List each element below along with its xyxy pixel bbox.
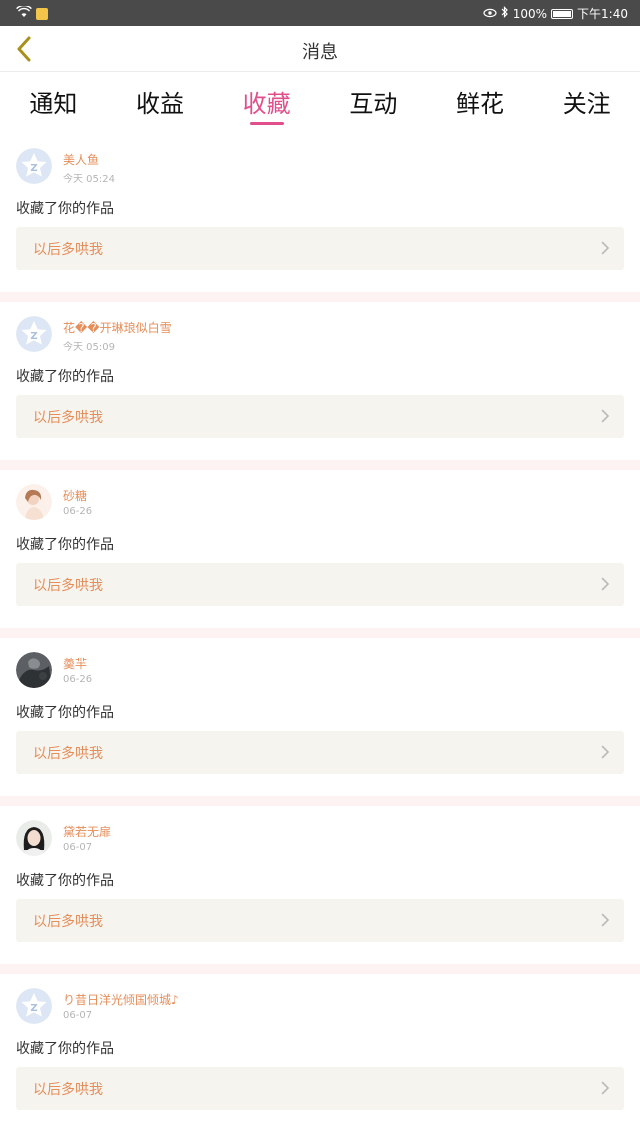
work-title: 以后多哄我 <box>33 242 103 258</box>
eye-icon <box>483 7 497 21</box>
svg-text:Z: Z <box>30 1003 37 1014</box>
app-notification-icon <box>36 7 48 20</box>
message-text: 收藏了你的作品 <box>16 369 114 385</box>
timestamp: 06-07 <box>63 842 93 853</box>
work-title: 以后多哄我 <box>33 410 103 426</box>
message-text: 收藏了你的作品 <box>16 537 114 553</box>
work-title: 以后多哄我 <box>33 578 103 594</box>
timestamp: 06-26 <box>63 674 93 685</box>
message-list: Z 美人鱼 今天 05:24 收藏了你的作品 以后多哄我 Z 花��开琳琅似白雪… <box>0 134 640 1132</box>
avatar[interactable]: Z <box>16 988 52 1024</box>
message-text: 收藏了你的作品 <box>16 873 114 889</box>
message-text: 收藏了你的作品 <box>16 705 114 721</box>
tab-follows[interactable]: 关注 <box>533 72 640 134</box>
list-item: Z り昔日洋光倾国倾城♪ 06-07 收藏了你的作品 以后多哄我 <box>0 974 640 1132</box>
chevron-right-icon <box>601 913 610 927</box>
clock: 下午1:40 <box>577 7 628 21</box>
bluetooth-icon <box>501 6 509 21</box>
list-item: 砂糖 06-26 收藏了你的作品 以后多哄我 <box>0 470 640 628</box>
divider <box>0 460 640 470</box>
work-link[interactable]: 以后多哄我 <box>16 395 624 438</box>
divider <box>0 964 640 974</box>
avatar[interactable]: Z <box>16 148 52 184</box>
list-item: Z 花��开琳琅似白雪 今天 05:09 收藏了你的作品 以后多哄我 <box>0 302 640 460</box>
tab-label: 关注 <box>562 90 611 118</box>
avatar[interactable] <box>16 820 52 856</box>
user-name[interactable]: り昔日洋光倾国倾城♪ <box>63 991 179 1008</box>
battery-icon <box>551 8 574 19</box>
chevron-right-icon <box>601 409 610 423</box>
timestamp: 今天 05:24 <box>63 174 115 185</box>
tab-label: 互动 <box>349 90 398 118</box>
timestamp: 06-26 <box>63 506 93 517</box>
nav-header: 消息 <box>0 26 640 72</box>
battery-percent: 100% <box>512 6 548 21</box>
chevron-right-icon <box>601 1081 610 1095</box>
message-text: 收藏了你的作品 <box>16 1041 114 1057</box>
timestamp: 06-07 <box>63 1010 93 1021</box>
tab-earnings[interactable]: 收益 <box>107 72 214 134</box>
work-title: 以后多哄我 <box>33 914 103 930</box>
avatar[interactable] <box>16 484 52 520</box>
avatar[interactable]: Z <box>16 316 52 352</box>
tab-label: 收藏 <box>242 90 291 118</box>
list-item: 黛若无扉 06-07 收藏了你的作品 以后多哄我 <box>0 806 640 964</box>
work-link[interactable]: 以后多哄我 <box>16 899 624 942</box>
divider <box>0 796 640 806</box>
message-text: 收藏了你的作品 <box>16 201 114 217</box>
work-title: 以后多哄我 <box>33 746 103 762</box>
user-name[interactable]: 黛若无扉 <box>63 823 111 840</box>
tab-label: 收益 <box>136 90 184 118</box>
chevron-right-icon <box>601 577 610 591</box>
tab-label: 鲜花 <box>456 90 505 118</box>
tab-interactions[interactable]: 互动 <box>320 72 427 134</box>
svg-text:Z: Z <box>30 163 37 174</box>
svg-text:Z: Z <box>30 331 37 342</box>
tab-flowers[interactable]: 鲜花 <box>427 72 534 134</box>
status-bar: 100% 下午1:40 <box>0 0 640 26</box>
tab-notifications[interactable]: 通知 <box>0 72 107 134</box>
work-title: 以后多哄我 <box>33 1082 103 1098</box>
user-name[interactable]: 花��开琳琅似白雪 <box>63 319 172 336</box>
tab-bar: 通知 收益 收藏 互动 鲜花 关注 <box>0 72 640 134</box>
work-link[interactable]: 以后多哄我 <box>16 731 624 774</box>
chevron-right-icon <box>601 745 610 759</box>
list-item: Z 美人鱼 今天 05:24 收藏了你的作品 以后多哄我 <box>0 134 640 292</box>
user-name[interactable]: 美人鱼 <box>63 151 99 168</box>
active-tab-indicator <box>249 122 284 125</box>
page-title: 消息 <box>302 42 338 63</box>
work-link[interactable]: 以后多哄我 <box>16 1067 624 1110</box>
list-item: 羮羋 06-26 收藏了你的作品 以后多哄我 <box>0 638 640 796</box>
wifi-icon <box>16 4 32 21</box>
work-link[interactable]: 以后多哄我 <box>16 563 624 606</box>
avatar[interactable] <box>16 652 52 688</box>
chevron-right-icon <box>601 241 610 255</box>
tab-favorites[interactable]: 收藏 <box>213 72 320 134</box>
divider <box>0 292 640 302</box>
user-name[interactable]: 羮羋 <box>63 655 87 672</box>
user-name[interactable]: 砂糖 <box>63 487 87 504</box>
work-link[interactable]: 以后多哄我 <box>16 227 624 270</box>
timestamp: 今天 05:09 <box>63 342 115 353</box>
divider <box>0 628 640 638</box>
tab-label: 通知 <box>29 90 78 118</box>
